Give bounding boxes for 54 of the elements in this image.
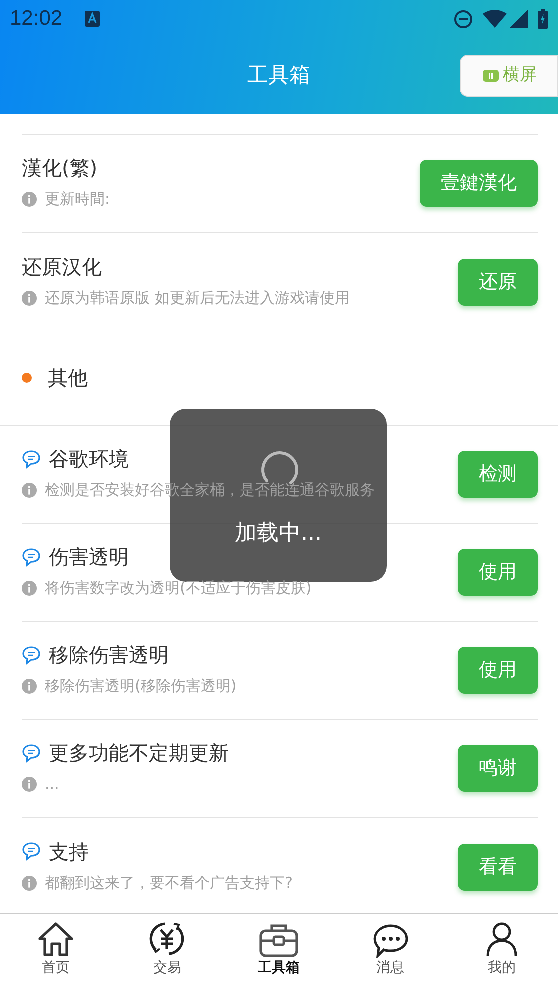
action-button[interactable]: 看看 <box>458 844 538 890</box>
tool-description: 将伤害数字改为透明(不适应于伤害皮肤) <box>45 578 312 600</box>
briefcase-icon <box>258 924 299 958</box>
nav-tab[interactable]: 首页 <box>0 914 112 992</box>
chat-bubble-icon <box>22 646 41 665</box>
info-icon <box>22 777 37 792</box>
tool-description: 还原为韩语原版 如更新后无法进入游戏请使用 <box>45 288 350 309</box>
tool-title: 支持 <box>49 840 89 864</box>
action-button[interactable]: 检测 <box>458 451 538 498</box>
action-button[interactable]: 使用 <box>458 549 538 596</box>
info-icon <box>22 679 37 694</box>
section-dot <box>22 373 32 383</box>
chat-bubble-icon <box>22 548 41 567</box>
do-not-disturb-icon <box>454 10 473 28</box>
person-icon <box>486 922 518 958</box>
currency-exchange-icon <box>148 920 186 958</box>
tool-description: ... <box>45 774 60 796</box>
notification-icon <box>84 11 100 27</box>
tool-description: 都翻到这来了，要不看个广告支持下? <box>45 872 293 894</box>
nav-tab[interactable]: 我的 <box>446 914 558 992</box>
clock-time: 12:02 <box>10 6 63 32</box>
info-icon <box>22 581 37 596</box>
action-button[interactable]: 还原 <box>458 258 538 306</box>
loading-text: 加载中... <box>235 520 322 548</box>
tool-title: 谷歌环境 <box>49 447 129 472</box>
tool-description: 更新時間: <box>45 189 110 210</box>
tool-title: 移除伤害透明 <box>49 643 169 668</box>
section-heading: 其他 <box>48 365 88 392</box>
nav-tab[interactable]: 工具箱 <box>223 914 335 992</box>
chat-icon <box>372 924 409 958</box>
info-icon <box>22 192 37 207</box>
info-icon <box>22 290 37 306</box>
tool-title: 还原汉化 <box>22 254 102 279</box>
wifi-icon <box>483 10 507 28</box>
tool-title: 漢化(繁) <box>22 156 98 180</box>
nav-tab[interactable]: 消息 <box>334 914 446 992</box>
action-button[interactable]: 壹鍵漢化 <box>420 160 538 207</box>
chat-bubble-icon <box>22 842 41 862</box>
action-button[interactable]: 鸣谢 <box>458 745 538 792</box>
nav-tab[interactable]: 交易 <box>112 914 224 992</box>
info-icon <box>22 483 37 498</box>
landscape-icon <box>483 70 499 82</box>
signal-icon <box>510 10 528 28</box>
action-button[interactable]: 使用 <box>458 647 538 694</box>
battery-icon <box>538 9 548 29</box>
tool-title: 伤害透明 <box>49 545 129 570</box>
page-title: 工具箱 <box>248 62 310 90</box>
home-icon <box>36 922 75 958</box>
tool-description: 移除伤害透明(移除伤害透明) <box>45 676 237 698</box>
landscape-button[interactable]: 横屏 <box>460 55 558 97</box>
chat-bubble-icon <box>22 450 41 469</box>
tool-title: 更多功能不定期更新 <box>49 741 229 766</box>
info-icon <box>22 876 37 890</box>
chat-bubble-icon <box>22 744 41 763</box>
